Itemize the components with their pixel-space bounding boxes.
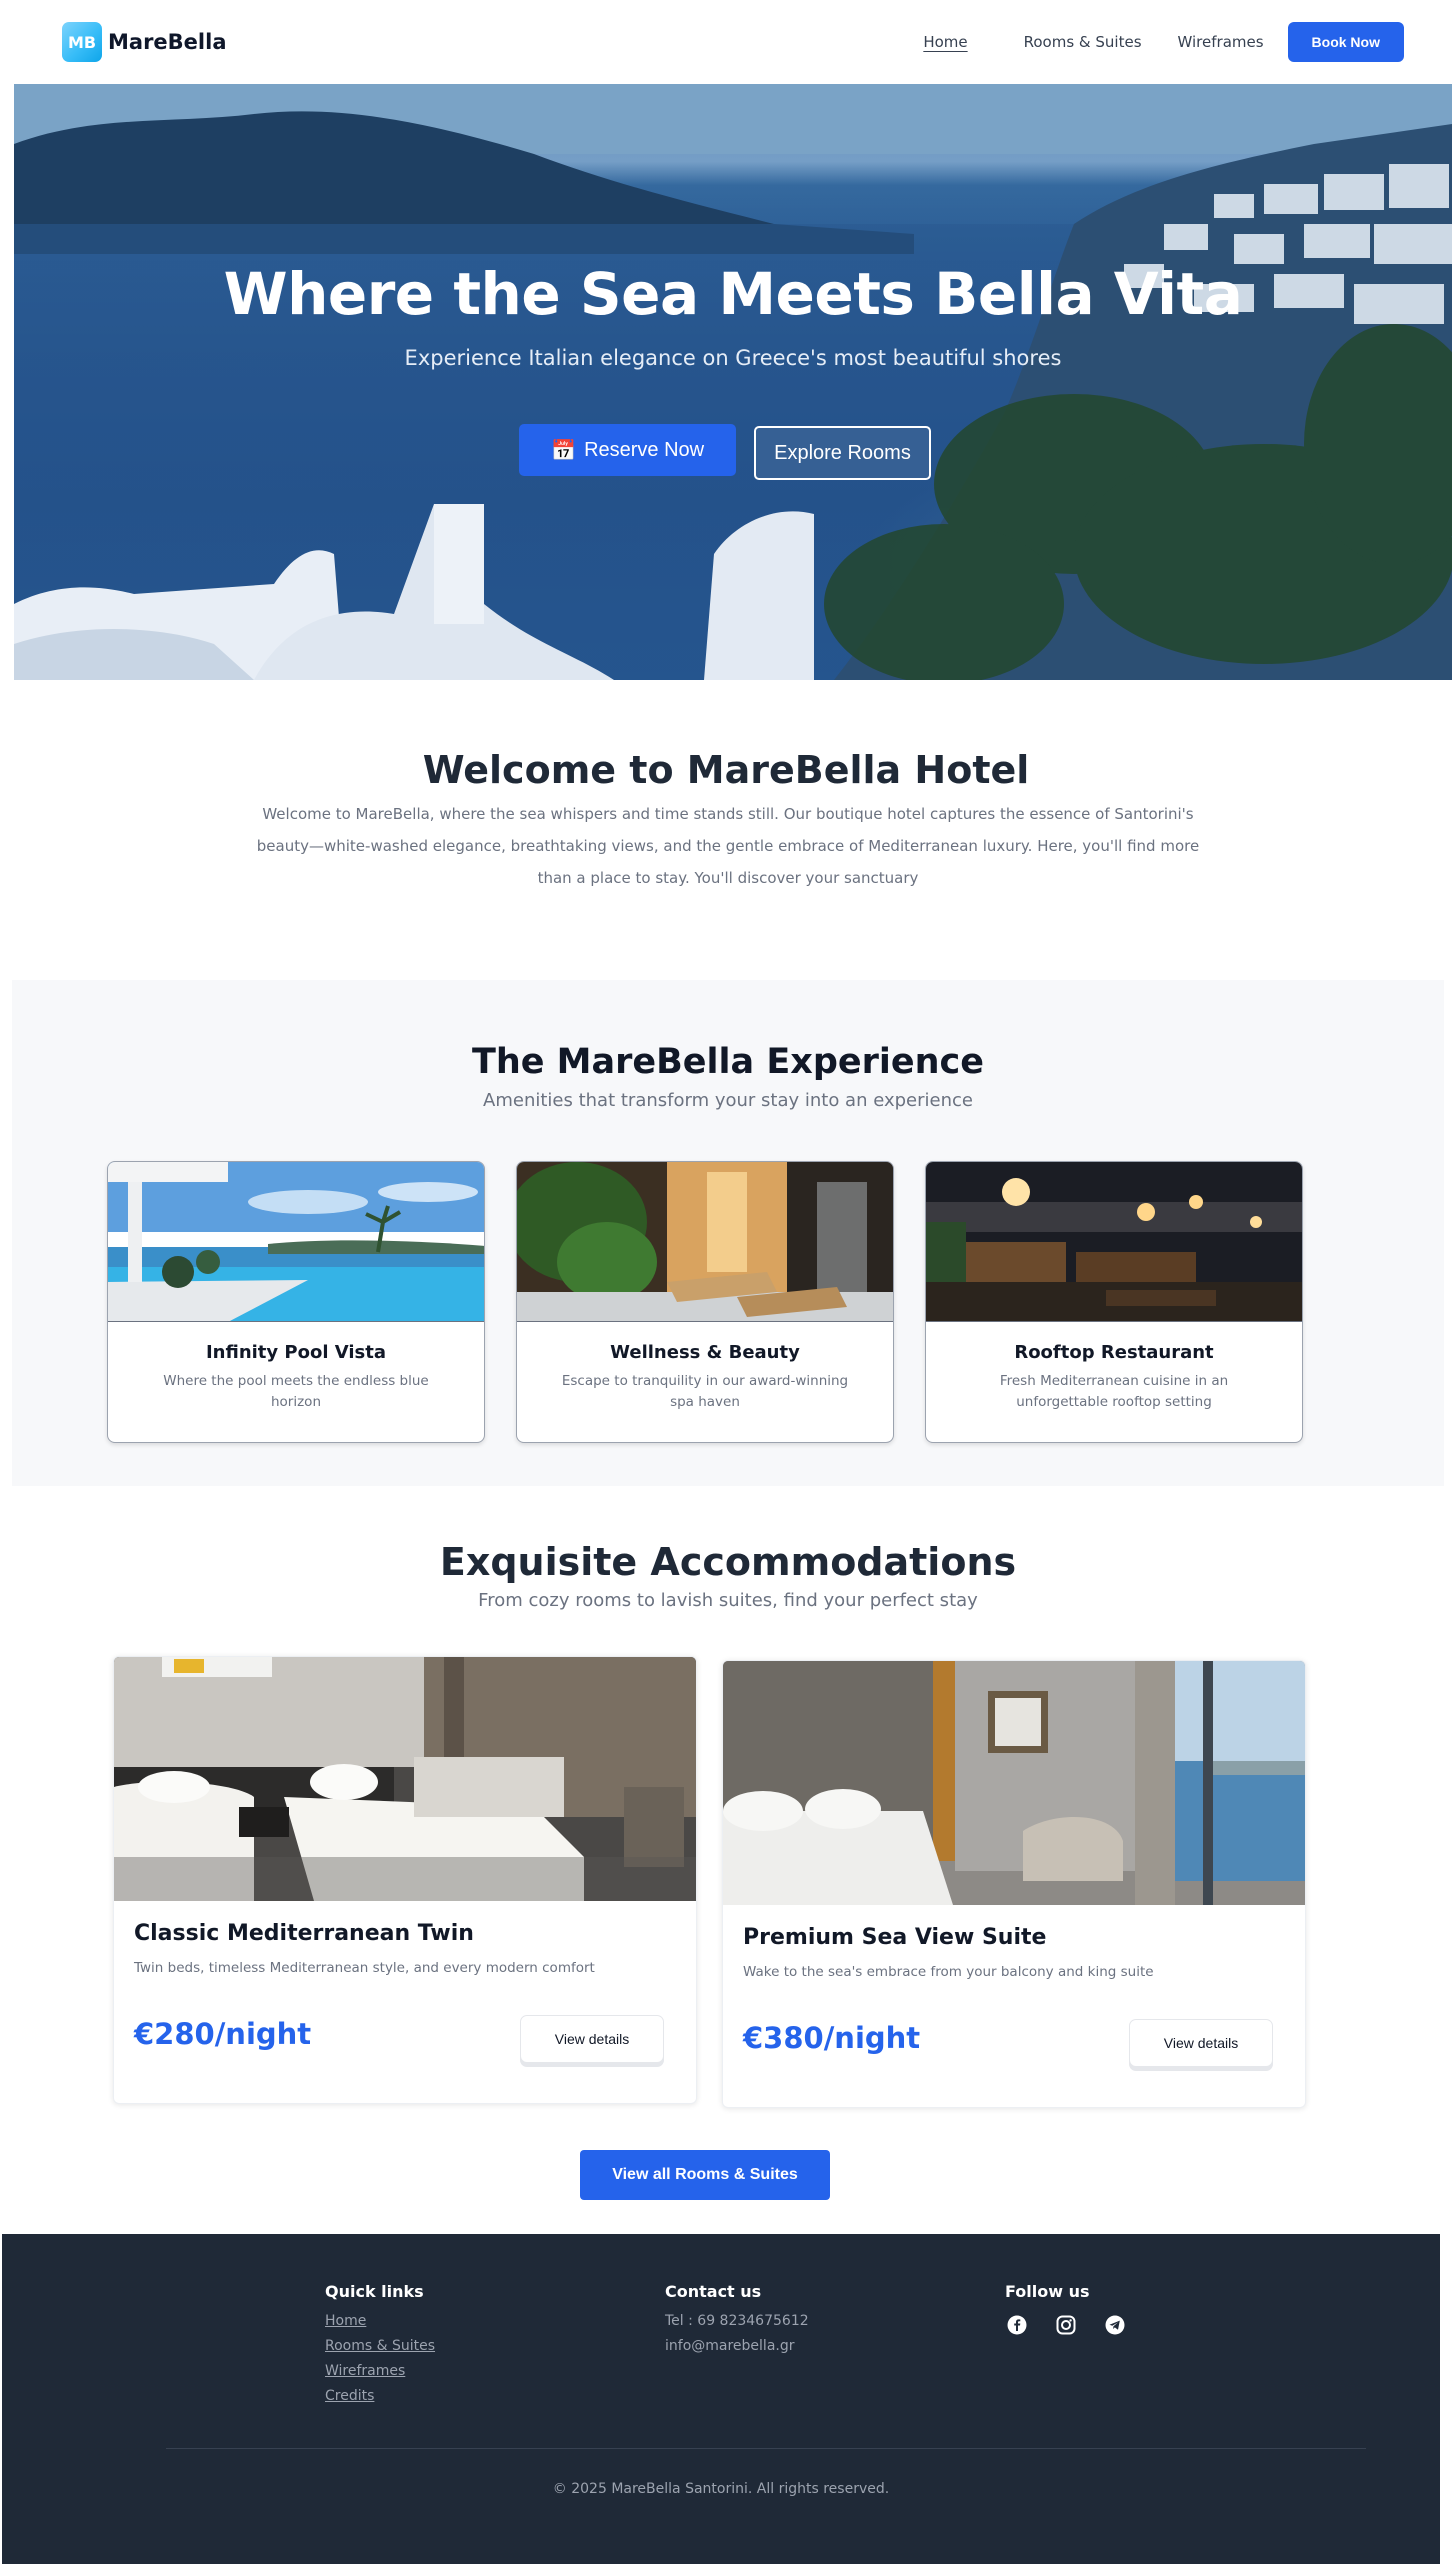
amenity-card-pool[interactable]: Infinity Pool Vista Where the pool meets…	[107, 1161, 485, 1443]
hero-subtitle: Experience Italian elegance on Greece's …	[404, 346, 1062, 370]
room-name: Classic Mediterranean Twin	[134, 1921, 474, 1946]
pool-image	[108, 1162, 484, 1322]
view-details-button[interactable]: View details	[1129, 2019, 1273, 2067]
hero-section: Where the Sea Meets Bella Vita Experienc…	[14, 84, 1452, 680]
room-card-sea-view-suite[interactable]: Premium Sea View Suite Wake to the sea's…	[722, 1660, 1306, 2108]
amenity-card-restaurant[interactable]: Rooftop Restaurant Fresh Mediterranean c…	[925, 1161, 1303, 1443]
suite-room-image	[723, 1661, 1305, 1905]
amenity-card-wellness[interactable]: Wellness & Beauty Escape to tranquility …	[516, 1161, 894, 1443]
hero-background-image	[14, 84, 1452, 680]
accommodations-subtitle: From cozy rooms to lavish suites, find y…	[478, 1590, 978, 1611]
amenity-title: Rooftop Restaurant	[1014, 1342, 1214, 1363]
amenity-title: Infinity Pool Vista	[205, 1342, 387, 1363]
explore-rooms-button[interactable]: Explore Rooms	[754, 426, 931, 480]
experience-section: The MareBella Experience Amenities that …	[12, 980, 1444, 1486]
contact-email: info@marebella.gr	[665, 2338, 795, 2354]
quick-links-title: Quick links	[325, 2282, 424, 2301]
nav-link-wireframes[interactable]: Wireframes	[1178, 33, 1264, 51]
room-price: €280/night	[134, 2017, 312, 2051]
footer-link-home[interactable]: Home	[325, 2313, 435, 2330]
view-all-rooms-button[interactable]: View all Rooms & Suites	[580, 2150, 830, 2200]
logo-badge: MB	[62, 22, 102, 62]
room-price: €380/night	[743, 2021, 921, 2055]
hero-title: Where the Sea Meets Bella Vita	[223, 260, 1243, 328]
hero-buttons: 📅 Reserve Now Explore Rooms	[14, 424, 1452, 480]
follow-column: Follow us	[1005, 2282, 1126, 2336]
social-icons	[1005, 2313, 1126, 2336]
twin-room-image	[114, 1657, 696, 1901]
spa-image	[517, 1162, 893, 1322]
follow-title: Follow us	[1005, 2282, 1090, 2301]
copyright: © 2025 MareBella Santorini. All rights r…	[552, 2481, 890, 2497]
reserve-now-button[interactable]: 📅 Reserve Now	[519, 424, 737, 476]
room-description: Twin beds, timeless Mediterranean style,…	[134, 1960, 595, 1976]
welcome-text: Welcome to MareBella, where the sea whis…	[256, 805, 1200, 887]
amenity-text: Escape to tranquility in our award-winni…	[561, 1373, 849, 1410]
room-description: Wake to the sea's embrace from your balc…	[743, 1964, 1154, 1980]
footer-divider	[166, 2448, 1366, 2449]
footer-link-rooms[interactable]: Rooms & Suites	[325, 2338, 435, 2355]
telegram-icon[interactable]	[1103, 2313, 1126, 2336]
contact-phone: Tel : 69 8234675612	[665, 2313, 809, 2329]
nav-link-rooms[interactable]: Rooms & Suites	[1024, 33, 1142, 51]
navbar: MB MareBella Home Rooms & Suites Wirefra…	[16, 0, 1452, 84]
amenity-title: Wellness & Beauty	[610, 1342, 800, 1363]
room-name: Premium Sea View Suite	[743, 1925, 1047, 1950]
contact-column: Contact us Tel : 69 8234675612 info@mare…	[665, 2282, 809, 2363]
book-now-button[interactable]: Book Now	[1287, 22, 1404, 62]
experience-subtitle: Amenities that transform your stay into …	[483, 1090, 973, 1111]
brand-name: MareBella	[108, 30, 227, 54]
logo[interactable]: MB MareBella	[62, 22, 226, 62]
footer-link-wireframes[interactable]: Wireframes	[325, 2363, 435, 2380]
calendar-icon: 📅	[551, 439, 577, 462]
footer: Quick links Home Rooms & Suites Wirefram…	[2, 2234, 1440, 2564]
facebook-icon[interactable]	[1005, 2313, 1028, 2336]
nav-links: Home Rooms & Suites Wireframes Book Now	[867, 22, 1404, 62]
reserve-now-label: Reserve Now	[584, 438, 705, 461]
accommodations-title: Exquisite Accommodations	[439, 1540, 1017, 1584]
quick-links-column: Quick links Home Rooms & Suites Wirefram…	[325, 2282, 435, 2413]
contact-title: Contact us	[665, 2282, 762, 2301]
restaurant-image	[926, 1162, 1302, 1322]
amenity-text: Fresh Mediterranean cuisine in an unforg…	[999, 1373, 1229, 1410]
instagram-icon[interactable]	[1054, 2313, 1077, 2336]
room-card-classic-twin[interactable]: Classic Mediterranean Twin Twin beds, ti…	[113, 1656, 697, 2104]
experience-title: The MareBella Experience	[471, 1042, 985, 1082]
welcome-title: Welcome to MareBella Hotel	[422, 748, 1030, 792]
footer-link-credits[interactable]: Credits	[325, 2388, 435, 2405]
view-details-button[interactable]: View details	[520, 2015, 664, 2063]
welcome-section: Welcome to MareBella Hotel Welcome to Ma…	[0, 680, 1456, 980]
amenity-text: Where the pool meets the endless blue ho…	[163, 1373, 429, 1410]
nav-link-home[interactable]: Home	[923, 33, 967, 51]
